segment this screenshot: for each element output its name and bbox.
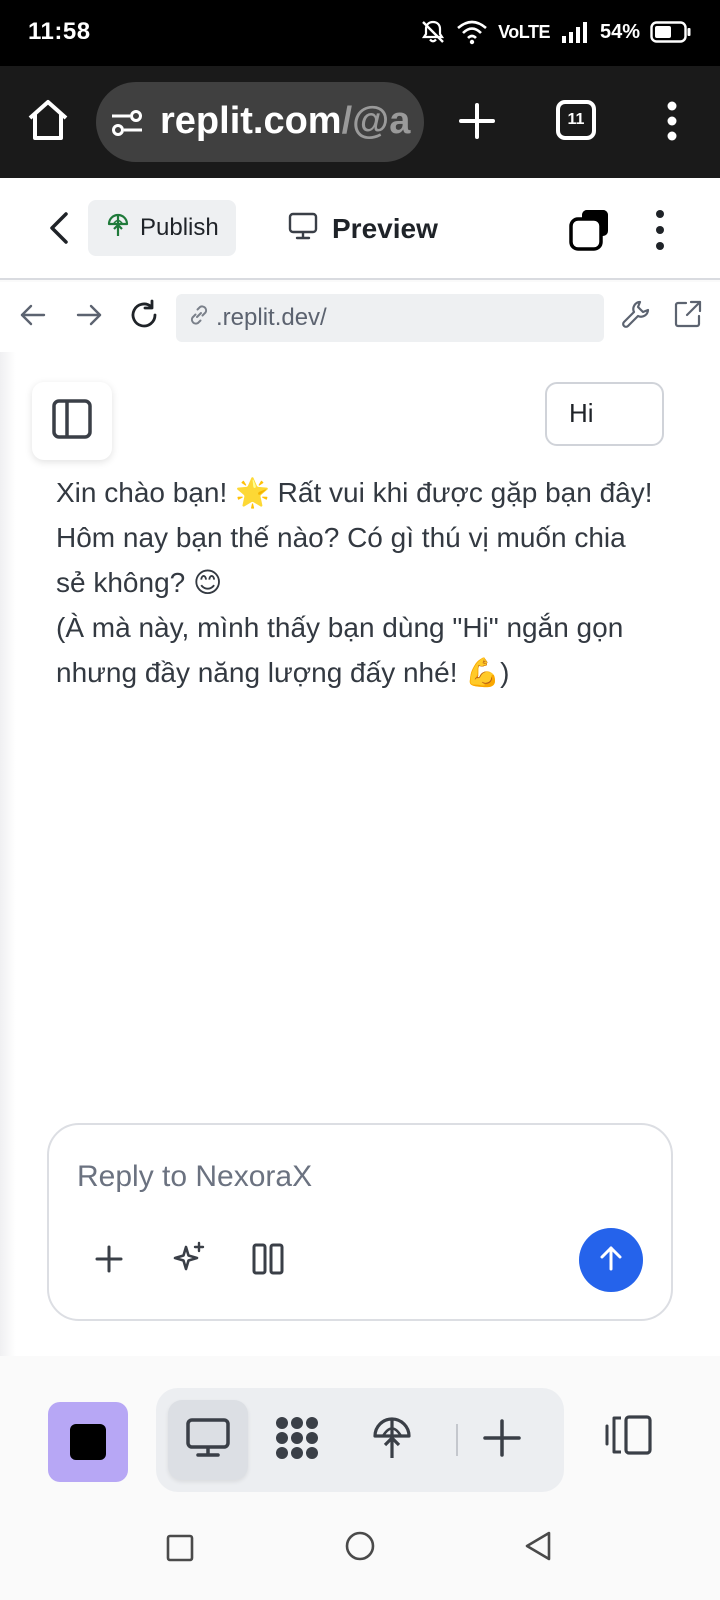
status-bar: 11:58 VoLTE 54% xyxy=(0,0,720,66)
arrow-up-icon xyxy=(596,1243,626,1278)
stop-button[interactable] xyxy=(48,1402,128,1482)
toolbar-divider xyxy=(456,1424,458,1456)
content-edge xyxy=(0,352,16,1356)
panel-layout-icon[interactable] xyxy=(604,1414,654,1461)
send-button[interactable] xyxy=(579,1228,643,1292)
address-domain: replit.com xyxy=(160,100,342,142)
publish-icon xyxy=(371,1415,413,1466)
preview-url-field[interactable]: .replit.dev/ xyxy=(176,294,604,342)
reply-composer xyxy=(47,1123,673,1321)
preview-label: Preview xyxy=(332,213,438,244)
address-text: replit.com/@a xyxy=(160,100,410,143)
tune-icon[interactable] xyxy=(110,108,144,143)
publish-icon xyxy=(106,212,130,245)
sidebar-toggle-button[interactable] xyxy=(32,382,112,460)
address-path: /@a xyxy=(341,100,411,142)
publish-button[interactable]: Publish xyxy=(88,200,236,256)
home-circle-icon[interactable] xyxy=(344,1530,376,1567)
monitor-icon xyxy=(185,1417,231,1464)
tool-preview[interactable] xyxy=(168,1400,248,1480)
stop-icon xyxy=(70,1424,106,1460)
reload-icon[interactable] xyxy=(128,298,160,337)
plus-icon xyxy=(482,1418,522,1463)
workspace-toolbar xyxy=(0,1356,720,1512)
mute-icon xyxy=(420,19,446,45)
system-navigation-bar xyxy=(0,1506,720,1600)
preview-url-text: .replit.dev/ xyxy=(216,304,327,331)
tool-publish[interactable] xyxy=(352,1400,432,1480)
wifi-icon xyxy=(456,19,488,45)
app-header: Publish Preview xyxy=(0,178,720,280)
network-label: VoLTE xyxy=(498,21,550,42)
arrow-right-icon[interactable] xyxy=(74,300,104,335)
tool-group xyxy=(156,1388,564,1492)
more-vertical-icon[interactable] xyxy=(646,206,674,254)
recent-apps-icon[interactable] xyxy=(166,1534,194,1567)
reply-input[interactable] xyxy=(77,1155,597,1199)
sparkle-icon[interactable] xyxy=(171,1241,207,1282)
new-tab-icon[interactable] xyxy=(452,96,502,146)
publish-label: Publish xyxy=(140,214,219,241)
address-bar[interactable]: replit.com/@a xyxy=(96,82,424,162)
status-icons: VoLTE 54% xyxy=(420,16,692,48)
preview-content: Hi Xin chào bạn! 🌟 Rất vui khi được gặp … xyxy=(0,352,720,1356)
monitor-icon xyxy=(288,212,318,247)
battery-percent: 54% xyxy=(599,20,640,43)
preview-navigation-bar: .replit.dev/ xyxy=(0,282,720,352)
tab-switcher-button[interactable]: 11 xyxy=(556,100,596,140)
tool-agent[interactable] xyxy=(257,1400,337,1480)
plus-icon[interactable] xyxy=(93,1243,125,1280)
sidebar-icon xyxy=(51,398,93,445)
signal-icon xyxy=(560,21,590,43)
back-triangle-icon[interactable] xyxy=(522,1530,554,1567)
external-link-icon[interactable] xyxy=(672,298,704,335)
user-message: Hi xyxy=(545,382,664,446)
wrench-icon[interactable] xyxy=(620,298,652,335)
assistant-message: Xin chào bạn! 🌟 Rất vui khi được gặp bạn… xyxy=(56,477,653,688)
home-icon[interactable] xyxy=(24,96,72,144)
status-time: 11:58 xyxy=(28,18,91,45)
agent-icon xyxy=(273,1414,321,1467)
columns-icon[interactable] xyxy=(251,1241,285,1282)
tab-preview[interactable]: Preview xyxy=(288,202,438,256)
link-icon xyxy=(186,302,212,335)
windows-icon[interactable] xyxy=(568,208,612,252)
more-vertical-icon[interactable] xyxy=(652,96,692,146)
arrow-left-icon[interactable] xyxy=(18,300,48,335)
battery-icon xyxy=(650,21,692,43)
tool-add[interactable] xyxy=(462,1400,542,1480)
browser-toolbar: replit.com/@a 11 xyxy=(0,66,720,178)
chevron-left-icon[interactable] xyxy=(44,208,74,248)
